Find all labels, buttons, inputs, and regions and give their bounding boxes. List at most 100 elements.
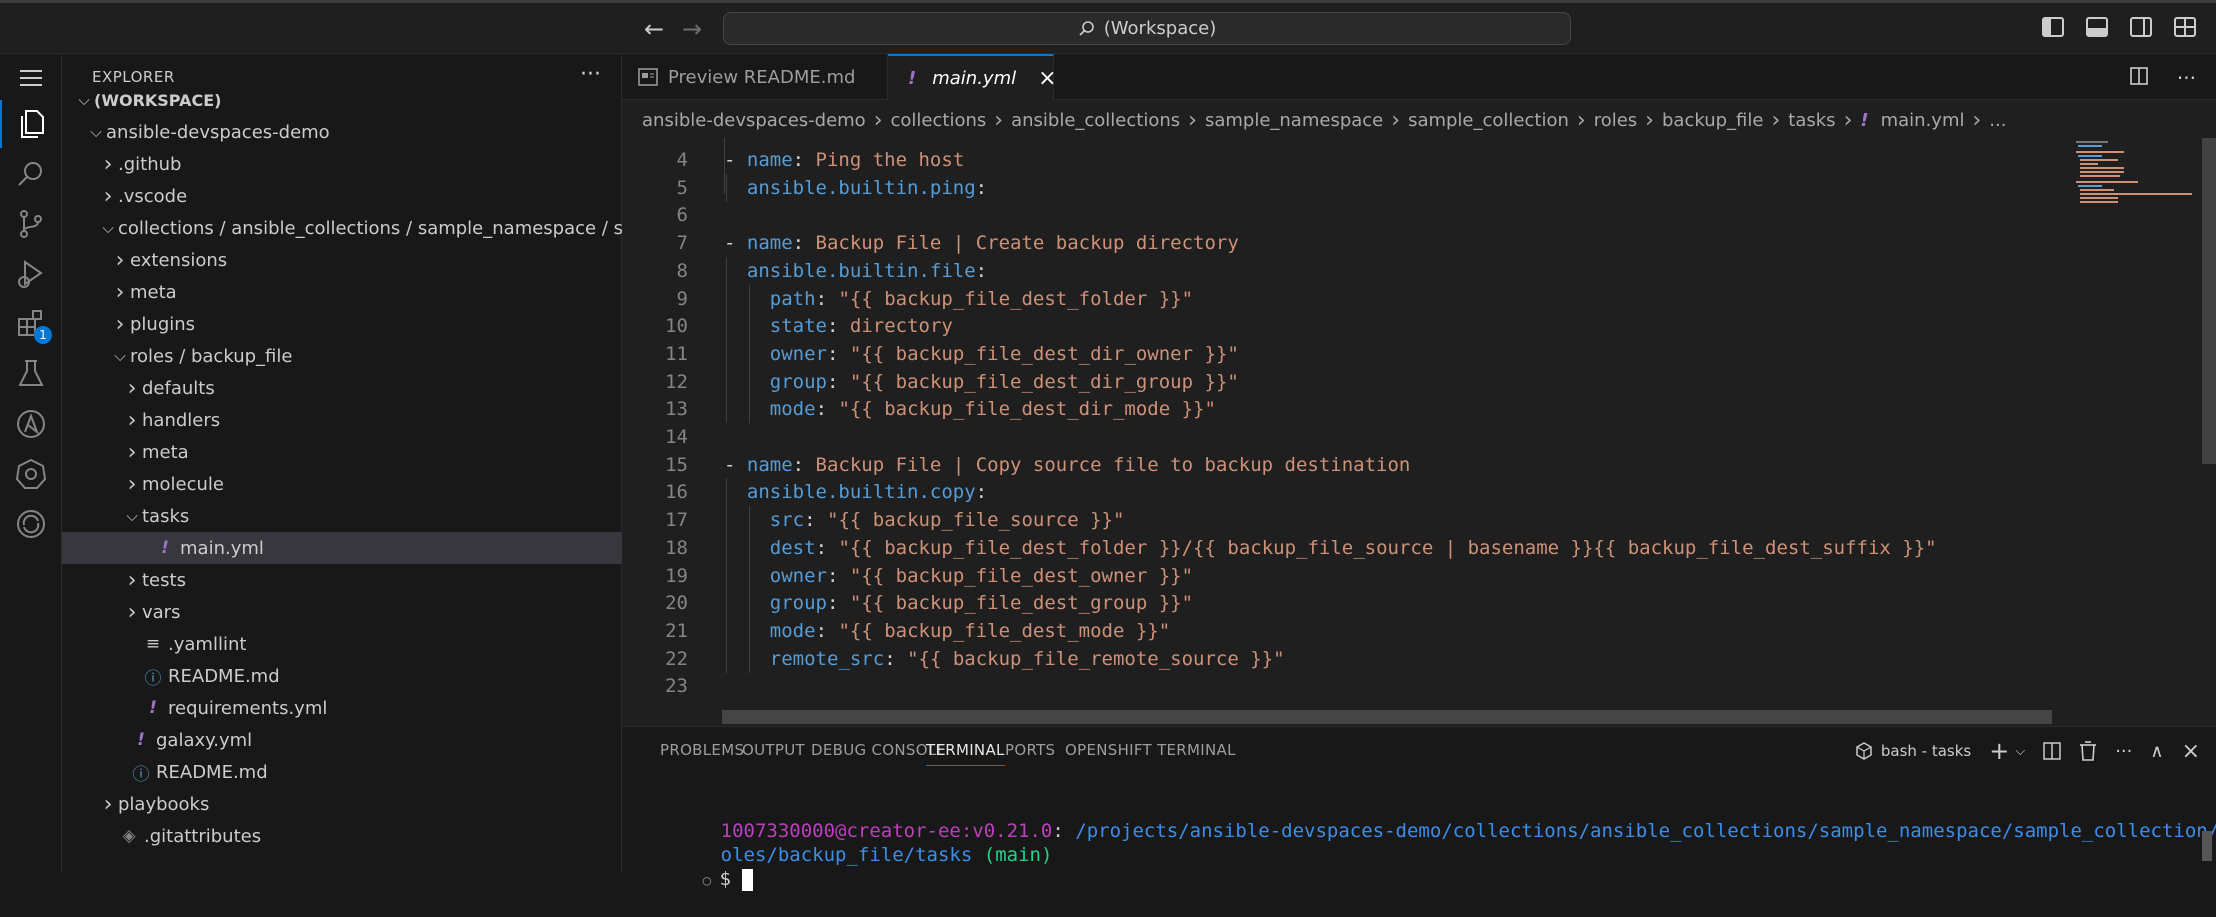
code-line[interactable]: 23 (622, 672, 2052, 700)
code-line[interactable]: 11 owner: "{{ backup_file_dest_dir_owner … (622, 339, 2052, 368)
scrollbar-thumb[interactable] (2202, 138, 2216, 464)
tree-item[interactable]: ! main.yml (62, 532, 693, 564)
tree-item[interactable]: › meta (62, 276, 669, 308)
horizontal-scrollbar[interactable] (722, 710, 2052, 724)
code-line[interactable]: 6 (622, 201, 2052, 229)
code-line[interactable]: 13 mode: "{{ backup_file_dest_dir_mode }}… (622, 395, 2052, 424)
command-center-search[interactable]: (Workspace) (723, 12, 1571, 45)
breadcrumb-item[interactable]: ansible_collections (1011, 110, 1180, 131)
kubernetes-icon[interactable] (0, 450, 62, 498)
tree-item[interactable]: › plugins (62, 308, 669, 340)
breadcrumb-item[interactable]: collections (891, 110, 987, 131)
toggle-secondary-sidebar-icon[interactable] (2130, 17, 2152, 37)
source-control-icon[interactable] (0, 200, 62, 248)
tree-item[interactable]: ⌵ tasks (62, 500, 681, 532)
maximize-panel-icon[interactable]: ∧ (2150, 741, 2163, 762)
more-actions-icon[interactable]: ··· (2177, 66, 2196, 91)
tree-item[interactable]: ⌵ roles / backup_file (62, 340, 669, 372)
tree-item[interactable]: ◈ .gitattributes (62, 820, 657, 852)
tree-item[interactable]: › meta (62, 436, 681, 468)
tree-item[interactable]: ⌵ ansible-devspaces-demo (62, 116, 645, 148)
explorer-icon[interactable] (0, 100, 64, 148)
code-line[interactable]: 5 ansible.builtin.ping: (622, 173, 2052, 202)
code-line[interactable]: 14 (622, 423, 2052, 451)
testing-icon[interactable] (0, 350, 62, 398)
breadcrumb-item[interactable]: ... (1989, 110, 2006, 131)
breadcrumb-item[interactable]: sample_collection (1408, 110, 1569, 131)
search-icon[interactable] (0, 150, 62, 198)
code-line[interactable]: 17 src: "{{ backup_file_source }}" (622, 506, 2052, 535)
menu-icon[interactable] (0, 54, 62, 102)
code-editor[interactable]: 4 - name: Ping the host 5 ansible.builtin.p… (622, 138, 2052, 728)
tree-item[interactable]: ! requirements.yml (62, 692, 681, 724)
terminal-scrollbar[interactable] (2202, 831, 2212, 861)
code-line[interactable]: 15 - name: Backup File | Copy source file… (622, 451, 2052, 479)
code-line[interactable]: 19 owner: "{{ backup_file_dest_owner }}" (622, 561, 2052, 590)
tree-item[interactable]: ⌵ (WORKSPACE) (62, 84, 633, 116)
tree-item[interactable]: › tests (62, 564, 681, 596)
split-terminal-icon[interactable] (2043, 742, 2061, 760)
code-line[interactable]: 7 - name: Backup File | Create backup dir… (622, 229, 2052, 257)
breadcrumb-item[interactable]: sample_namespace (1205, 110, 1383, 131)
code-line[interactable]: 8 ansible.builtin.file: (622, 256, 2052, 285)
panel-tab-output[interactable]: OUTPUT (742, 741, 805, 759)
tree-item[interactable]: › molecule (62, 468, 681, 500)
tree-item[interactable]: ≡ .yamllint (62, 628, 681, 660)
panel-tab-terminal[interactable]: TERMINAL (926, 741, 1005, 766)
code-line[interactable]: 12 group: "{{ backup_file_dest_dir_group … (622, 367, 2052, 396)
toggle-panel-icon[interactable] (2086, 17, 2108, 37)
tree-item[interactable]: ! galaxy.yml (62, 724, 669, 756)
more-actions-icon[interactable]: ··· (2115, 741, 2132, 762)
openshift-icon[interactable] (0, 500, 62, 548)
forward-arrow-icon[interactable]: → (682, 15, 702, 43)
customize-layout-icon[interactable] (2174, 17, 2196, 37)
breadcrumb-item[interactable]: main.yml (1881, 110, 1965, 131)
breadcrumb-item[interactable]: tasks (1788, 110, 1835, 131)
code-line[interactable]: 22 remote_src: "{{ backup_file_remote_sou… (622, 644, 2052, 673)
tree-item[interactable]: ⓘ README.md (62, 756, 669, 788)
panel-tab-problems[interactable]: PROBLEMS (660, 741, 744, 759)
breadcrumb-item[interactable]: roles (1594, 110, 1637, 131)
tree-item[interactable]: › playbooks (62, 788, 657, 820)
kill-terminal-icon[interactable] (2079, 741, 2097, 761)
tab-preview-readme[interactable]: Preview README.md (622, 54, 888, 100)
tree-item[interactable]: › extensions (62, 244, 669, 276)
chevron-right-icon: › (994, 107, 1004, 133)
indent-guide (726, 367, 727, 396)
panel-tab-openshift-terminal[interactable]: OPENSHIFT TERMINAL (1065, 741, 1236, 759)
terminal-dropdown-icon[interactable]: ⌵ (2015, 744, 2025, 759)
ansible-icon[interactable] (0, 400, 62, 448)
tree-item[interactable]: ⓘ README.md (62, 660, 681, 692)
new-terminal-icon[interactable]: + (1989, 737, 2009, 765)
split-editor-icon[interactable] (2129, 66, 2149, 91)
code-line[interactable]: 21 mode: "{{ backup_file_dest_mode }}" (622, 616, 2052, 645)
tree-item[interactable]: › handlers (62, 404, 681, 436)
panel-tab-ports[interactable]: PORTS (1005, 741, 1055, 759)
toggle-primary-sidebar-icon[interactable] (2042, 17, 2064, 37)
tree-item-label: roles / backup_file (130, 345, 293, 367)
tab-main-yml[interactable]: ! main.yml × (888, 54, 1057, 100)
terminal-icon (1856, 742, 1872, 760)
code-line[interactable]: 10 state: directory (622, 312, 2052, 341)
code-line[interactable]: 9 path: "{{ backup_file_dest_folder }}" (622, 284, 2052, 313)
code-line[interactable]: 18 dest: "{{ backup_file_dest_folder }}/{… (622, 533, 2052, 562)
extensions-icon[interactable]: 1 (0, 300, 62, 348)
code-line[interactable]: 16 ansible.builtin.copy: (622, 478, 2052, 507)
tree-item[interactable]: › .github (62, 148, 657, 180)
breadcrumb-item[interactable]: backup_file (1662, 110, 1763, 131)
tree-item[interactable]: › vars (62, 596, 681, 628)
yaml-value: "{{ backup_file_dest_dir_mode }}" (838, 398, 1216, 421)
close-panel-icon[interactable]: × (2182, 739, 2200, 764)
close-tab-icon[interactable]: × (1038, 66, 1056, 91)
tree-item[interactable]: ⌵ collections / ansible_collections / sam… (62, 212, 657, 244)
run-debug-icon[interactable] (0, 250, 62, 298)
breadcrumb-item[interactable]: ansible-devspaces-demo (642, 110, 866, 131)
code-line[interactable]: 4 - name: Ping the host (622, 146, 2052, 174)
vertical-scrollbar[interactable] (2202, 138, 2216, 728)
minimap[interactable] (2068, 138, 2198, 728)
terminal-name[interactable]: bash - tasks (1881, 742, 1971, 760)
tree-item[interactable]: › defaults (62, 372, 681, 404)
back-arrow-icon[interactable]: ← (644, 15, 664, 43)
tree-item[interactable]: › .vscode (62, 180, 657, 212)
code-line[interactable]: 20 group: "{{ backup_file_dest_group }}" (622, 589, 2052, 618)
